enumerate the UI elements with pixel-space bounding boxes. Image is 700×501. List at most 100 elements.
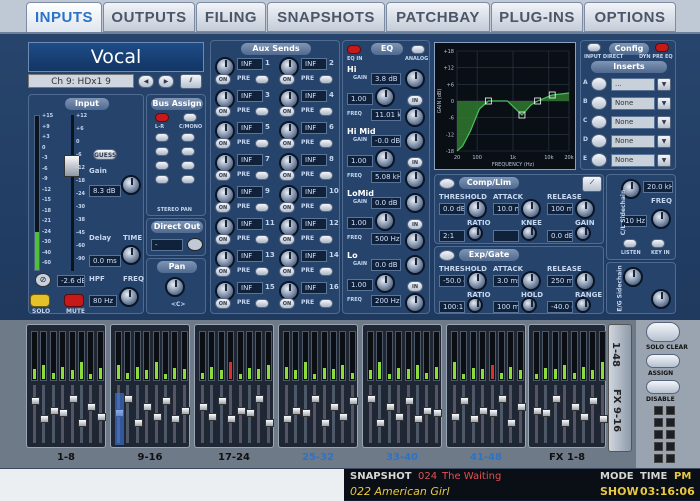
channel-fader[interactable] xyxy=(542,409,552,417)
aux-send-pre-button[interactable] xyxy=(255,171,269,180)
lr-assign-button[interactable] xyxy=(155,113,169,122)
comp-graph-icon[interactable]: ⟋ xyxy=(582,176,602,192)
solo-clear-button[interactable] xyxy=(646,322,680,342)
bank-side-tabs[interactable]: 1-48 FX 9-16 xyxy=(608,324,632,452)
gate-range-knob[interactable] xyxy=(575,297,591,313)
eq-q-knob[interactable] xyxy=(375,87,395,107)
aux-send-on-button[interactable]: ON xyxy=(215,106,231,117)
channel-fader[interactable] xyxy=(217,397,227,405)
channel-fader[interactable] xyxy=(255,395,265,403)
eq-q-knob[interactable] xyxy=(375,273,395,293)
comp-ratio-knob[interactable] xyxy=(467,225,483,241)
tab-outputs[interactable]: OUTPUTS xyxy=(103,2,195,32)
channel-fader[interactable] xyxy=(124,395,134,403)
insert-bypass-button[interactable] xyxy=(591,96,607,110)
aux-send-on-button[interactable]: ON xyxy=(279,234,295,245)
bus-assign-button[interactable] xyxy=(181,147,195,156)
channel-fader[interactable] xyxy=(498,395,507,403)
aux-send-pre-button[interactable] xyxy=(255,267,269,276)
insert-bypass-button[interactable] xyxy=(591,153,607,167)
channel-fader[interactable] xyxy=(348,397,358,405)
gate-threshold-knob[interactable] xyxy=(467,271,487,291)
tab-snapshots[interactable]: SNAPSHOTS xyxy=(267,2,385,32)
aux-send-on-button[interactable]: ON xyxy=(215,202,231,213)
tab-patchbay[interactable]: PATCHBAY xyxy=(386,2,490,32)
bank-tab-1-48[interactable]: 1-48 xyxy=(610,342,621,367)
channel-fader[interactable] xyxy=(68,395,78,403)
bus-assign-button[interactable] xyxy=(181,133,195,142)
eq-band-in-button[interactable]: IN xyxy=(407,219,423,230)
aux-send-on-button[interactable]: ON xyxy=(215,170,231,181)
insert-dropdown-icon[interactable]: ▼ xyxy=(657,135,671,148)
eg-sidechain-knob[interactable] xyxy=(623,267,643,287)
eg-hz-knob[interactable] xyxy=(651,289,671,309)
insert-slot-field[interactable]: None xyxy=(611,116,655,129)
channel-selector[interactable]: Ch 9: HDx1 9 xyxy=(28,74,134,88)
eq-freq-knob[interactable] xyxy=(405,231,425,251)
comp-gain-knob[interactable] xyxy=(575,225,591,241)
eq-band-in-button[interactable]: IN xyxy=(407,157,423,168)
channel-fader[interactable] xyxy=(40,415,50,423)
channel-fader[interactable] xyxy=(180,407,190,415)
eq-freq-knob[interactable] xyxy=(405,293,425,313)
input-direct-button[interactable] xyxy=(587,43,601,52)
channel-fader[interactable] xyxy=(598,415,608,423)
aux-send-pre-button[interactable] xyxy=(255,299,269,308)
aux-send-pre-button[interactable] xyxy=(319,299,333,308)
channel-fader[interactable] xyxy=(301,409,311,417)
hpf-knob[interactable] xyxy=(119,287,139,307)
insert-slot-field[interactable]: None xyxy=(611,97,655,110)
channel-name-field[interactable]: Vocal xyxy=(28,42,204,72)
bus-assign-button[interactable] xyxy=(155,161,169,170)
channel-fader[interactable] xyxy=(533,407,542,415)
channel-fader[interactable] xyxy=(432,409,442,417)
bank-group[interactable] xyxy=(362,324,442,448)
bank-group[interactable] xyxy=(446,324,526,448)
channel-fader[interactable] xyxy=(96,413,106,421)
aux-send-pre-button[interactable] xyxy=(319,139,333,148)
bank-group-label[interactable]: 1-8 xyxy=(26,452,106,466)
gain-knob[interactable] xyxy=(121,175,141,195)
tab-options[interactable]: OPTIONS xyxy=(584,2,676,32)
eq-q-knob[interactable] xyxy=(375,149,395,169)
comp-in-button[interactable] xyxy=(439,178,455,189)
channel-fader[interactable] xyxy=(49,407,59,415)
insert-bypass-button[interactable] xyxy=(591,134,607,148)
insert-dropdown-icon[interactable]: ▼ xyxy=(657,154,671,167)
aux-send-on-button[interactable]: ON xyxy=(279,298,295,309)
aux-send-pre-button[interactable] xyxy=(319,203,333,212)
eq-gain-knob[interactable] xyxy=(405,193,425,213)
delay-knob[interactable] xyxy=(121,245,141,265)
channel-fader[interactable] xyxy=(551,395,561,403)
eq-band-in-button[interactable]: IN xyxy=(407,281,423,292)
gate-release-knob[interactable] xyxy=(575,271,595,291)
bus-assign-button[interactable] xyxy=(155,133,169,142)
aux-send-pre-button[interactable] xyxy=(255,235,269,244)
channel-fader[interactable] xyxy=(133,419,143,427)
aux-send-on-button[interactable]: ON xyxy=(215,234,231,245)
pan-knob[interactable] xyxy=(165,277,185,297)
listen-button[interactable] xyxy=(623,239,637,248)
aux-send-pre-button[interactable] xyxy=(255,107,269,116)
aux-send-on-button[interactable]: ON xyxy=(215,266,231,277)
channel-fader[interactable] xyxy=(561,419,571,427)
aux-send-on-button[interactable]: ON xyxy=(215,74,231,85)
eq-gain-knob[interactable] xyxy=(405,69,425,89)
channel-fader[interactable] xyxy=(208,413,218,421)
bus-assign-button[interactable] xyxy=(181,175,195,184)
aux-send-pre-button[interactable] xyxy=(255,139,269,148)
bus-assign-button[interactable] xyxy=(155,147,169,156)
channel-fader[interactable] xyxy=(78,419,87,427)
channel-fader[interactable] xyxy=(292,407,302,415)
eq-gain-knob[interactable] xyxy=(405,131,425,151)
channel-fader[interactable] xyxy=(580,413,589,421)
tab-plugins[interactable]: PLUG-INS xyxy=(491,2,583,32)
channel-fader[interactable] xyxy=(367,395,376,403)
channel-fader[interactable] xyxy=(227,415,237,423)
channel-fader[interactable] xyxy=(395,413,405,421)
disable-button[interactable] xyxy=(646,380,680,394)
aux-send-pre-button[interactable] xyxy=(319,235,333,244)
polarity-icon[interactable]: ⊘ xyxy=(35,273,51,287)
aux-send-pre-button[interactable] xyxy=(255,75,269,84)
bus-assign-button[interactable] xyxy=(181,161,195,170)
